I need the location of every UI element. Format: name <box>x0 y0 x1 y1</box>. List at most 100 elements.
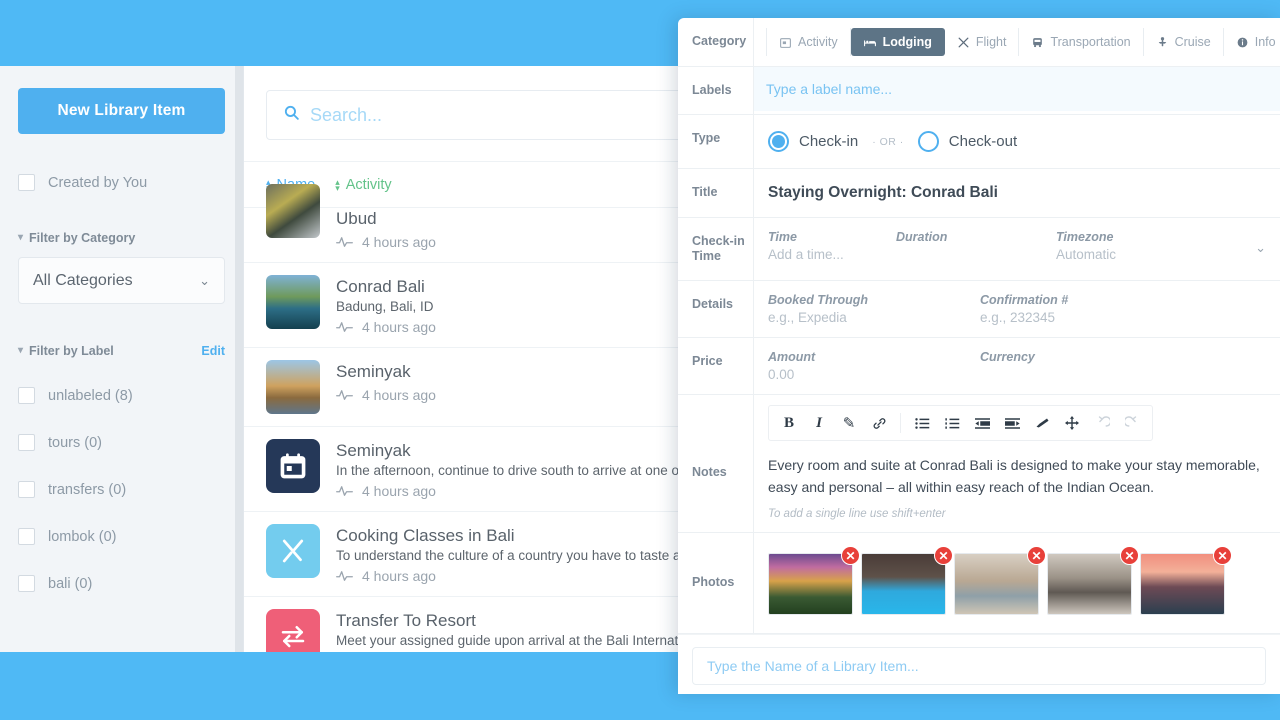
tab-lodging[interactable]: Lodging <box>850 28 945 56</box>
timezone-field[interactable]: Timezone Automatic <box>1056 230 1266 262</box>
time-label: Time <box>768 230 797 244</box>
label-checkbox[interactable] <box>18 575 35 592</box>
notes-toolbar: B I ✎ <box>768 405 1153 441</box>
remove-photo-button[interactable]: ✕ <box>1027 546 1046 565</box>
photo-image <box>862 554 945 614</box>
info-icon <box>1236 36 1249 49</box>
confirmation-value: e.g., 232345 <box>980 310 1056 325</box>
photo-image <box>1141 554 1224 614</box>
timezone-value: Automatic <box>1056 247 1117 262</box>
list-item[interactable]: lombok (0) <box>18 513 225 560</box>
radio-check-out[interactable]: Check-out <box>917 131 1017 152</box>
filter-by-label-header[interactable]: ▾ Filter by Label Edit <box>18 344 225 358</box>
activity-pulse-icon <box>336 570 353 582</box>
move-icon[interactable] <box>1058 410 1086 436</box>
redo-icon[interactable] <box>1118 410 1146 436</box>
radio-icon <box>917 131 939 152</box>
booked-through-field[interactable]: Booked Through e.g., Expedia <box>768 293 980 325</box>
toolbar-divider <box>900 413 901 433</box>
tab-cruise[interactable]: Cruise <box>1144 28 1224 56</box>
photo-thumbnail[interactable]: ✕ <box>768 546 860 615</box>
filter-by-category-header[interactable]: ▾ Filter by Category <box>18 231 225 245</box>
list-item[interactable]: transfers (0) <box>18 466 225 513</box>
row-thumbnail <box>266 184 320 238</box>
tab-label: Activity <box>798 35 838 49</box>
radio-icon <box>768 131 789 152</box>
created-by-you-filter[interactable]: Created by You <box>18 174 225 191</box>
chevron-down-icon: ▾ <box>18 345 24 356</box>
remove-photo-button[interactable]: ✕ <box>841 546 860 565</box>
italic-icon[interactable]: I <box>805 410 833 436</box>
title-row-label: Title <box>678 169 754 217</box>
list-item[interactable]: tours (0) <box>18 419 225 466</box>
chevron-down-icon: ▾ <box>18 232 24 243</box>
remove-photo-button[interactable]: ✕ <box>934 546 953 565</box>
photo-image <box>1048 554 1131 614</box>
undo-icon[interactable] <box>1088 410 1116 436</box>
pen-icon[interactable]: ✎ <box>835 410 863 436</box>
confirmation-field[interactable]: Confirmation # e.g., 232345 <box>980 293 1266 325</box>
label-text: tours (0) <box>48 434 102 451</box>
label-checkbox[interactable] <box>18 481 35 498</box>
row-thumbnail <box>266 275 320 329</box>
eraser-icon[interactable] <box>1028 410 1056 436</box>
filter-by-category-label: Filter by Category <box>29 231 136 245</box>
bold-icon[interactable]: B <box>775 410 803 436</box>
link-icon[interactable] <box>865 410 893 436</box>
radio-check-in-label: Check-in <box>799 133 859 150</box>
numbered-list-icon[interactable] <box>938 410 966 436</box>
label-checkbox[interactable] <box>18 434 35 451</box>
row-time: 4 hours ago <box>362 568 436 584</box>
category-tabs: Activity Lodging Flight Transportation C… <box>754 18 1280 66</box>
tab-label: Transportation <box>1050 35 1131 49</box>
sidebar-scrollbar[interactable] <box>235 66 243 652</box>
remove-photo-button[interactable]: ✕ <box>1120 546 1139 565</box>
chevron-down-icon: ⌄ <box>199 272 210 288</box>
label-text: lombok (0) <box>48 528 117 545</box>
notes-editor[interactable]: Every room and suite at Conrad Bali is d… <box>768 454 1266 498</box>
created-by-you-label: Created by You <box>48 174 148 191</box>
photo-thumbnail[interactable]: ✕ <box>861 546 953 615</box>
label-checkbox[interactable] <box>18 387 35 404</box>
remove-photo-button[interactable]: ✕ <box>1213 546 1232 565</box>
radio-check-in[interactable]: Check-in <box>768 131 858 152</box>
tab-info[interactable]: Info <box>1224 28 1280 56</box>
tab-transportation[interactable]: Transportation <box>1019 28 1144 56</box>
transfer-arrows-icon <box>266 609 320 652</box>
photo-thumbnail[interactable]: ✕ <box>1047 546 1139 615</box>
new-library-item-button[interactable]: New Library Item <box>18 88 225 134</box>
library-item-input[interactable]: Type the Name of a Library Item... <box>692 647 1266 685</box>
tab-activity[interactable]: Activity <box>766 28 851 56</box>
details-row: Details Booked Through e.g., Expedia Con… <box>678 281 1280 338</box>
row-time: 4 hours ago <box>362 234 436 250</box>
activity-pulse-icon <box>336 389 353 401</box>
duration-label: Duration <box>896 230 948 244</box>
category-select[interactable]: All Categories ⌄ <box>18 257 225 304</box>
photo-strip: ✕ ✕ ✕ ✕ ✕ <box>768 546 1266 617</box>
created-by-you-checkbox[interactable] <box>18 174 35 191</box>
outdent-icon[interactable] <box>968 410 996 436</box>
edit-labels-link[interactable]: Edit <box>201 344 225 358</box>
photos-row-label: Photos <box>678 533 754 633</box>
timezone-label: Timezone <box>1056 230 1114 244</box>
library-item-bar: Type the Name of a Library Item... <box>678 634 1280 694</box>
tab-flight[interactable]: Flight <box>945 28 1020 56</box>
row-time: 4 hours ago <box>362 319 436 335</box>
duration-field[interactable]: Duration <box>896 230 1056 247</box>
label-checkbox[interactable] <box>18 528 35 545</box>
title-row: Title Staying Overnight: Conrad Bali <box>678 169 1280 218</box>
currency-field[interactable]: Currency <box>980 350 1266 367</box>
title-input[interactable]: Staying Overnight: Conrad Bali <box>768 181 1266 205</box>
list-item[interactable]: bali (0) <box>18 560 225 607</box>
amount-field[interactable]: Amount 0.00 <box>768 350 980 382</box>
photo-thumbnail[interactable]: ✕ <box>1140 546 1232 615</box>
indent-icon[interactable] <box>998 410 1026 436</box>
list-item[interactable]: unlabeled (8) <box>18 372 225 419</box>
chevron-down-icon[interactable]: ⌄ <box>1255 240 1266 256</box>
event-editor-modal: Category Activity Lodging Flight Transpo… <box>678 18 1280 694</box>
labels-input[interactable]: Type a label name... <box>754 67 1280 111</box>
bullet-list-icon[interactable] <box>908 410 936 436</box>
photo-thumbnail[interactable]: ✕ <box>954 546 1046 615</box>
time-field[interactable]: Time Add a time... <box>768 230 896 262</box>
notes-hint: To add a single line use shift+enter <box>768 508 946 520</box>
